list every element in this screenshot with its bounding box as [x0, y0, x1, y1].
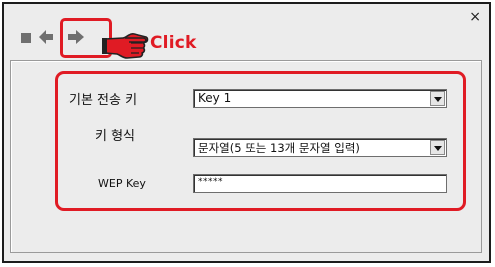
default-key-label: 기본 전송 키 [69, 93, 138, 108]
key-format-select[interactable]: 문자열(5 또는 13개 문자열 입력) [193, 138, 447, 157]
chevron-down-icon[interactable] [430, 91, 445, 106]
close-icon[interactable]: × [469, 10, 481, 24]
wep-key-label: WEP Key [98, 177, 146, 190]
key-format-value: 문자열(5 또는 13개 문자열 입력) [198, 141, 360, 155]
chevron-down-icon[interactable] [430, 140, 445, 155]
square-icon[interactable] [21, 33, 31, 43]
wep-key-input[interactable]: ***** [193, 174, 447, 193]
default-key-value: Key 1 [198, 91, 232, 105]
arrow-left-icon[interactable] [37, 28, 55, 50]
wep-key-value: ***** [198, 177, 223, 187]
key-format-label: 키 형식 [95, 129, 136, 144]
default-key-select[interactable]: Key 1 [193, 89, 447, 108]
click-annotation-label: Click [150, 33, 197, 53]
